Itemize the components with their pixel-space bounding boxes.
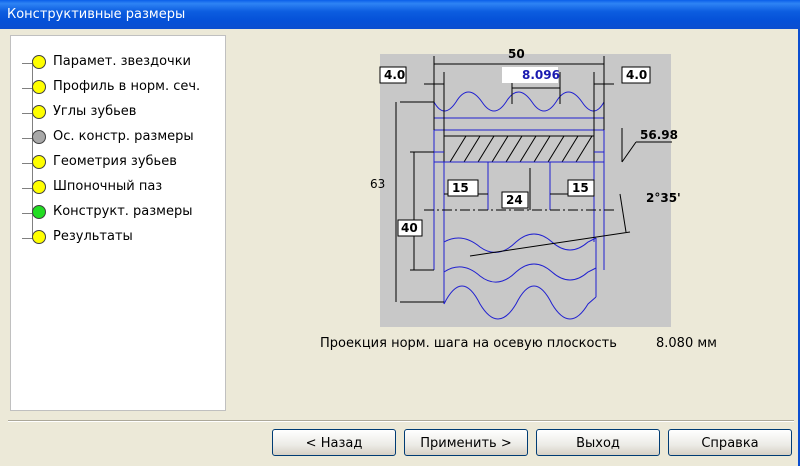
dim-diameter: 56.98 [640, 128, 678, 142]
back-button[interactable]: < Назад [272, 429, 396, 456]
tree-item-label: Парамет. звездочки [53, 54, 192, 69]
bottom-teeth-profile [443, 233, 597, 253]
apply-button[interactable]: Применить > [404, 429, 528, 456]
tree-item-tooth-geometry[interactable]: Геометрия зубьев [11, 152, 225, 174]
status-dot-icon [32, 230, 46, 244]
tree-item-keyway[interactable]: Шпоночный паз [11, 177, 225, 199]
tree-item-label: Геометрия зубьев [53, 154, 177, 169]
dim-inner-height: 40 [401, 221, 418, 235]
dim-hub-right: 15 [572, 181, 589, 195]
dim-pitch: 8.096 [522, 68, 560, 82]
dim-width-total: 50 [508, 47, 525, 61]
projection-label: Проекция норм. шага на осевую плоскость [320, 336, 617, 351]
tree-item-label: Углы зубьев [53, 104, 137, 119]
sprocket-drawing: 4.0 4.0 8.096 50 56.98 63 15 15 24 40 2°… [370, 47, 681, 320]
top-teeth-profile [433, 91, 605, 130]
tree-item-design-dims[interactable]: Конструкт. размеры [11, 202, 225, 224]
tree-item-basic-dims[interactable]: Ос. констр. размеры [11, 127, 225, 149]
dim-height: 63 [370, 177, 385, 191]
status-dot-icon [32, 205, 46, 219]
window-title: Конструктивные размеры [7, 7, 186, 22]
tree-item-sprocket-params[interactable]: Парамет. звездочки [11, 52, 225, 74]
tree-item-label: Результаты [53, 229, 133, 244]
help-button[interactable]: Справка [668, 429, 792, 456]
tree-item-results[interactable]: Результаты [11, 227, 225, 249]
status-dot-icon [32, 105, 46, 119]
dim-angle: 2°35' [646, 191, 681, 205]
status-dot-icon [32, 80, 46, 94]
title-bar: Конструктивные размеры [0, 0, 800, 30]
tree-item-normal-profile[interactable]: Профиль в норм. сеч. [11, 77, 225, 99]
projection-value: 8.080 мм [656, 336, 717, 351]
exit-button[interactable]: Выход [536, 429, 660, 456]
status-dot-icon [32, 155, 46, 169]
tree-item-label: Профиль в норм. сеч. [53, 79, 201, 94]
tree-item-label: Конструкт. размеры [53, 204, 193, 219]
tree-item-tooth-angles[interactable]: Углы зубьев [11, 102, 225, 124]
divider [8, 420, 794, 422]
tree-item-label: Шпоночный паз [53, 179, 163, 194]
status-dot-icon [32, 55, 46, 69]
dim-right-offset: 4.0 [626, 68, 647, 82]
dim-bore: 24 [506, 193, 523, 207]
tree-item-label: Ос. констр. размеры [53, 129, 194, 144]
dim-left-offset: 4.0 [384, 68, 405, 82]
navigation-tree: Парамет. звездочки Профиль в норм. сеч. … [10, 35, 226, 411]
status-dot-icon [32, 180, 46, 194]
dim-hub-left: 15 [452, 181, 469, 195]
status-dot-icon [32, 130, 46, 144]
